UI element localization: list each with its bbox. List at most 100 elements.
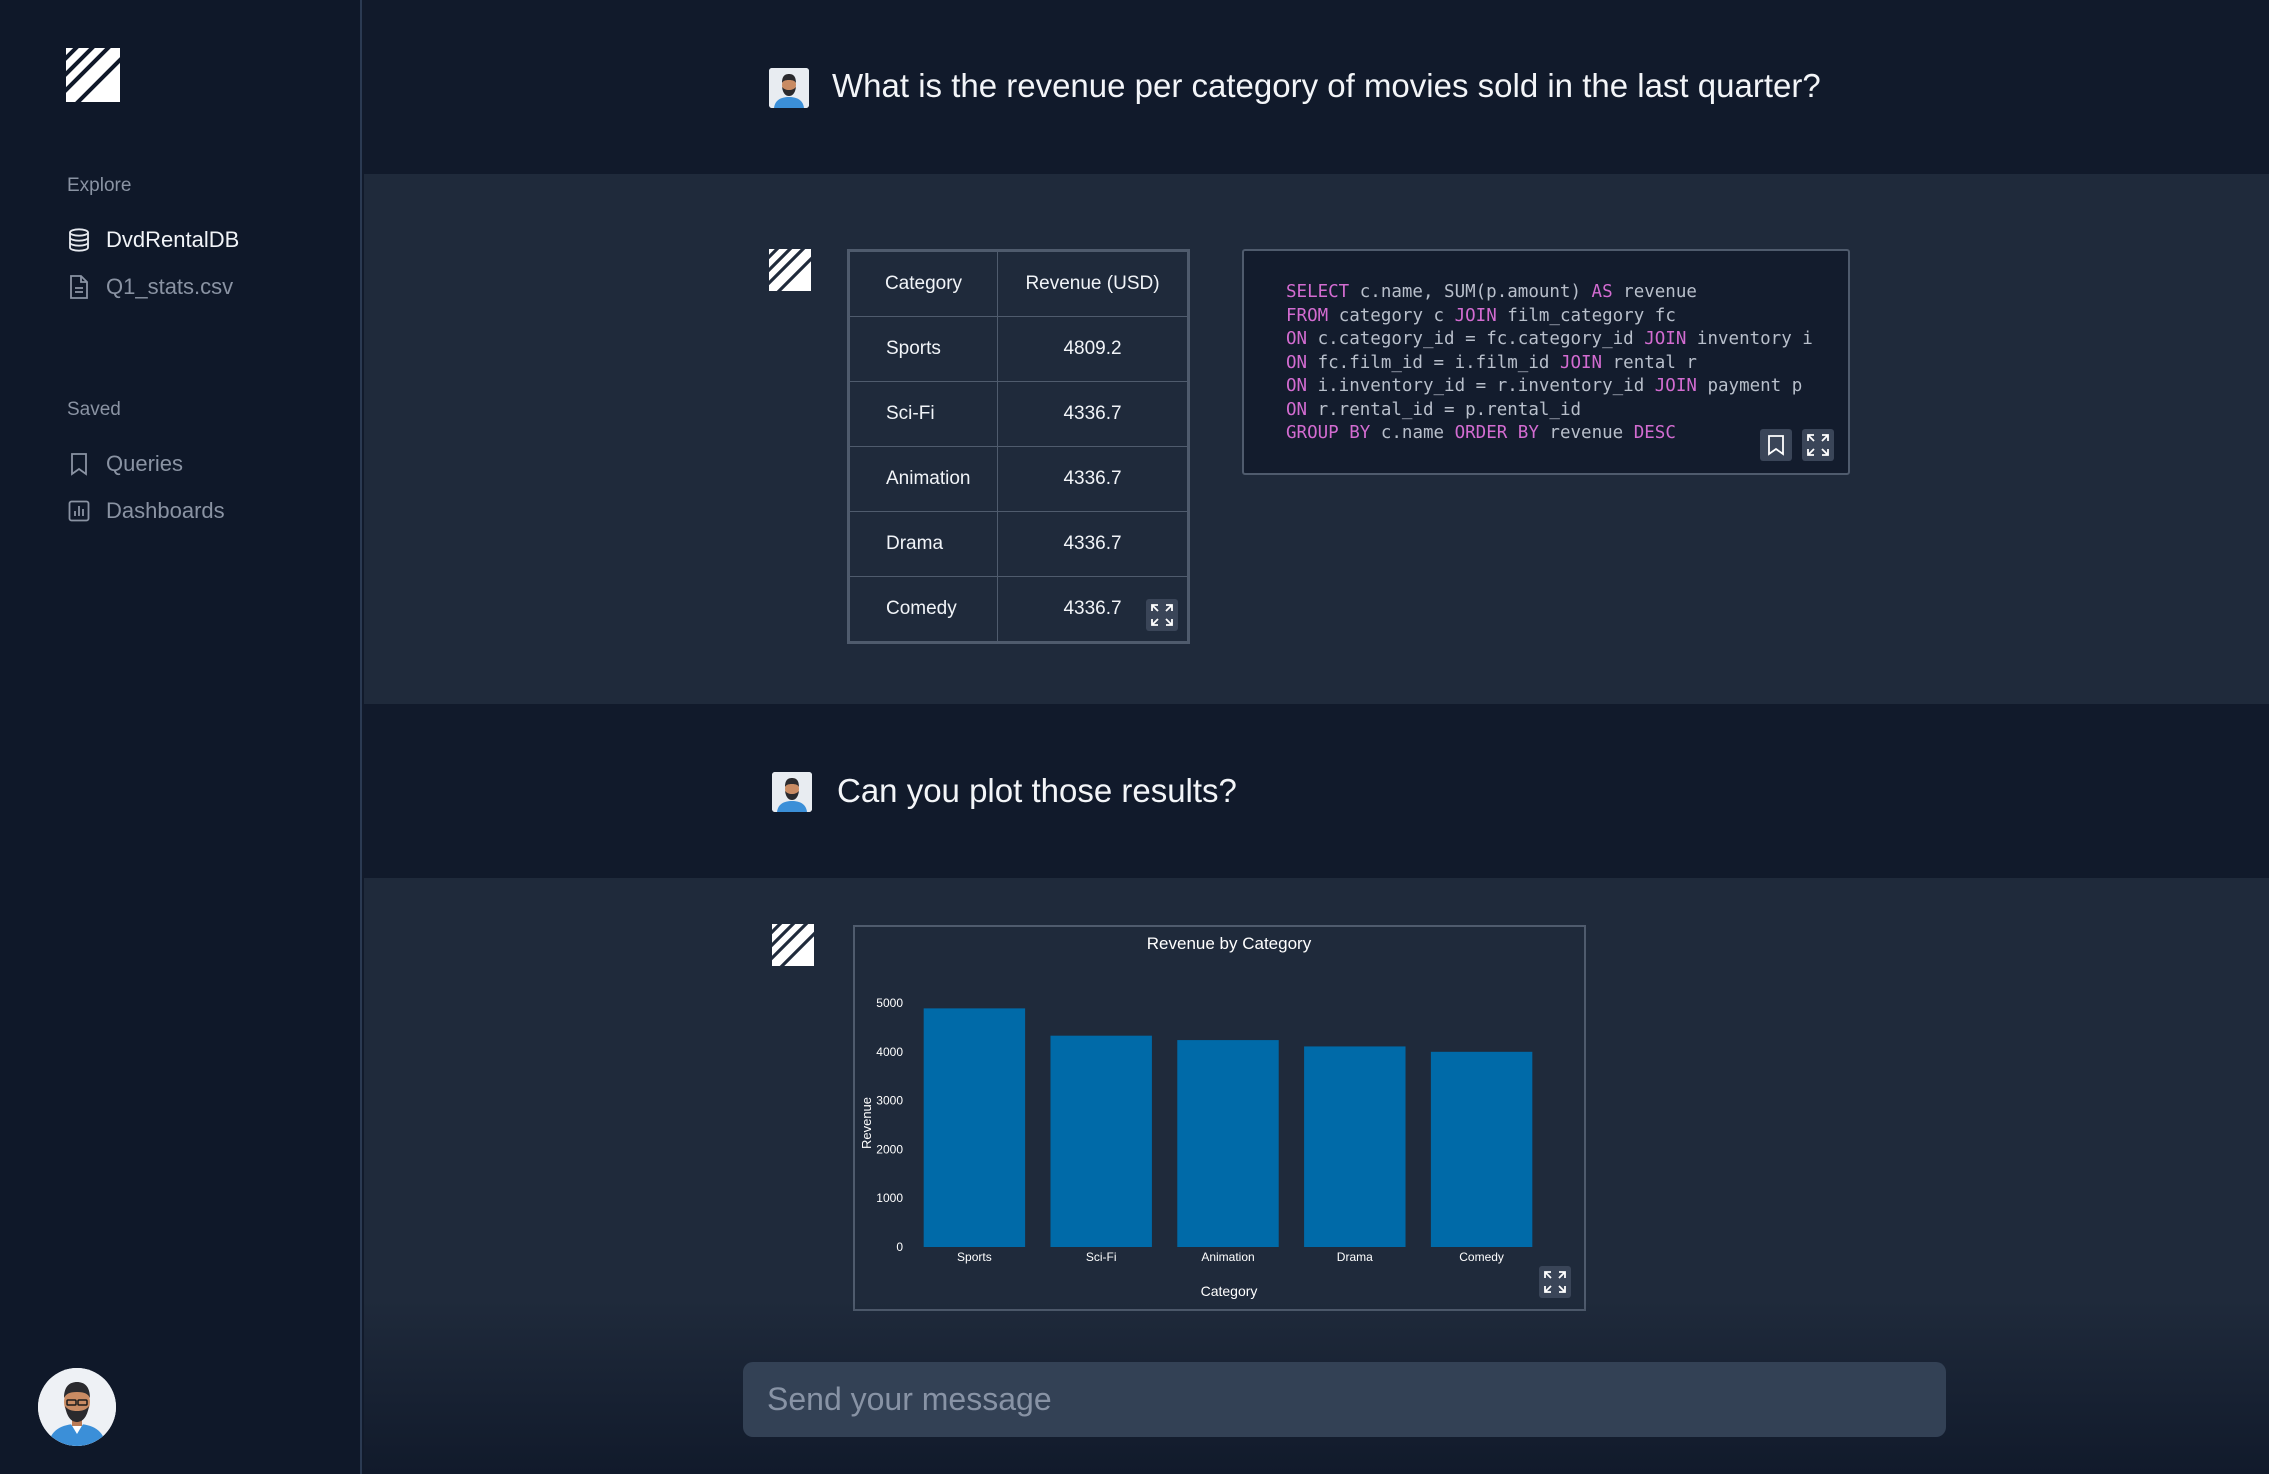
table-cell: 4809.2 (997, 316, 1188, 382)
sql-keyword: DESC (1633, 423, 1676, 443)
database-icon (66, 227, 92, 253)
sql-text: i.inventory_id = r.inventory_id (1307, 376, 1655, 396)
table-cell: Sci-Fi (849, 381, 998, 447)
bot-logo-icon (769, 249, 811, 291)
sql-code-block: SELECT c.name, SUM(p.amount) AS revenue … (1242, 249, 1850, 475)
user-avatar[interactable] (38, 1368, 116, 1446)
sidebar-item-label: Dashboards (106, 498, 225, 523)
sql-keyword: JOIN (1654, 376, 1697, 396)
table-cell: 4336.7 (997, 381, 1188, 447)
chart-ylabel: Revenue (859, 1097, 874, 1149)
sql-text: revenue (1612, 282, 1697, 302)
sql-keyword: ON (1286, 352, 1308, 373)
bookmark-icon (1768, 435, 1784, 456)
message-input[interactable] (743, 1362, 1946, 1437)
user-avatar-small (769, 68, 809, 108)
x-tick-label: Sci-Fi (1086, 1250, 1117, 1264)
table-cell: Sports (849, 316, 998, 382)
table-row: Comedy 4336.7 (849, 576, 1188, 642)
chat-area: What is the revenue per category of movi… (364, 0, 2269, 1474)
saved-label: Saved (67, 399, 121, 420)
app-logo-icon[interactable] (66, 48, 120, 102)
table-header: Category (849, 251, 998, 317)
table-cell: 4336.7 (997, 446, 1188, 512)
expand-icon (1807, 434, 1829, 456)
sql-keyword: ORDER BY (1454, 423, 1539, 443)
y-tick-label: 1000 (876, 1191, 903, 1205)
sql-keyword: GROUP BY (1286, 423, 1371, 443)
message-question-2: Can you plot those results? (364, 704, 2269, 878)
file-icon (66, 274, 92, 300)
x-tick-label: Drama (1337, 1250, 1373, 1264)
chart-bar (923, 1008, 1026, 1247)
sql-text: rental r (1602, 352, 1697, 373)
expand-chart-button[interactable] (1539, 1266, 1571, 1298)
sql-text: c.category_id = fc.category_id (1307, 329, 1645, 349)
chart-icon (66, 498, 92, 524)
sql-code: SELECT c.name, SUM(p.amount) AS revenue … (1286, 281, 1813, 446)
bar-chart-svg: Revenue by Category Category Revenue 0 10… (859, 934, 1533, 1299)
sql-text: category c (1328, 305, 1455, 326)
sql-text: fc.film_id = i.film_id (1307, 352, 1560, 373)
y-tick-label: 5000 (876, 996, 903, 1010)
chart-bar (1430, 1051, 1533, 1247)
sidebar-item-dvdrentaldb[interactable]: DvdRentalDB (66, 222, 239, 258)
sql-keyword: ON (1286, 376, 1308, 396)
y-tick-label: 2000 (876, 1142, 903, 1156)
sidebar: Explore DvdRentalDB Q1_stats.csv Saved Q… (0, 0, 362, 1474)
sql-text: c.name (1370, 423, 1455, 443)
chart-title: Revenue by Category (1147, 934, 1312, 953)
y-tick-label: 3000 (876, 1094, 903, 1108)
expand-table-button[interactable] (1146, 599, 1178, 631)
table-row: Sci-Fi 4336.7 (849, 381, 1188, 447)
sql-keyword: FROM (1286, 305, 1329, 326)
message-input-container (743, 1362, 1946, 1437)
x-tick-label: Sports (957, 1250, 992, 1264)
chart-bar (1304, 1046, 1406, 1247)
sql-keyword: ON (1286, 329, 1308, 349)
table-row: Drama 4336.7 (849, 511, 1188, 577)
sql-text: revenue (1538, 423, 1634, 443)
sql-keyword: AS (1591, 282, 1613, 302)
sql-keyword: JOIN (1559, 352, 1603, 373)
question-text: Can you plot those results? (837, 772, 1237, 809)
expand-code-button[interactable] (1802, 429, 1834, 461)
chart-xlabel: Category (1201, 1283, 1258, 1299)
y-tick-label: 4000 (876, 1045, 903, 1059)
table-cell: 4336.7 (997, 511, 1188, 577)
bar-chart: Revenue by Category Category Revenue 0 10… (853, 925, 1586, 1311)
sidebar-item-queries[interactable]: Queries (66, 446, 183, 482)
result-table: Category Revenue (USD) Sports 4809.2 Sci-… (847, 249, 1190, 644)
sql-keyword: JOIN (1454, 305, 1497, 326)
sql-text: payment p (1696, 376, 1803, 396)
chart-bar (1177, 1040, 1279, 1247)
user-avatar-small (772, 772, 812, 812)
x-tick-label: Comedy (1459, 1250, 1504, 1264)
message-question-1: What is the revenue per category of movi… (364, 0, 2269, 174)
sql-text: inventory i (1686, 329, 1813, 349)
sql-keyword: JOIN (1644, 329, 1687, 349)
table-cell: Animation (849, 446, 998, 512)
save-query-button[interactable] (1760, 429, 1792, 461)
sidebar-item-label: Queries (106, 451, 184, 476)
table-cell: Comedy (849, 576, 998, 642)
explore-label: Explore (67, 175, 132, 196)
expand-icon (1151, 604, 1173, 626)
question-text: What is the revenue per category of movi… (832, 67, 1821, 104)
sidebar-item-dashboards[interactable]: Dashboards (66, 493, 225, 529)
x-tick-label: Animation (1201, 1250, 1254, 1264)
table-header: Revenue (USD) (997, 251, 1188, 317)
sidebar-item-label: Q1_stats.csv (106, 274, 234, 299)
table-row: Sports 4809.2 (849, 316, 1188, 382)
sidebar-item-label: DvdRentalDB (106, 227, 240, 252)
sql-text: film_category fc (1496, 305, 1676, 326)
table-cell: Drama (849, 511, 998, 577)
chart-bar (1050, 1035, 1152, 1247)
table-row: Animation 4336.7 (849, 446, 1188, 512)
sql-text: r.rental_id = p.rental_id (1307, 399, 1582, 420)
sql-text: c.name, SUM(p.amount) (1349, 282, 1592, 302)
sidebar-item-q1-stats[interactable]: Q1_stats.csv (66, 269, 233, 305)
bot-logo-icon (772, 924, 814, 966)
bookmark-icon (66, 451, 92, 477)
sql-keyword: ON (1286, 399, 1308, 420)
